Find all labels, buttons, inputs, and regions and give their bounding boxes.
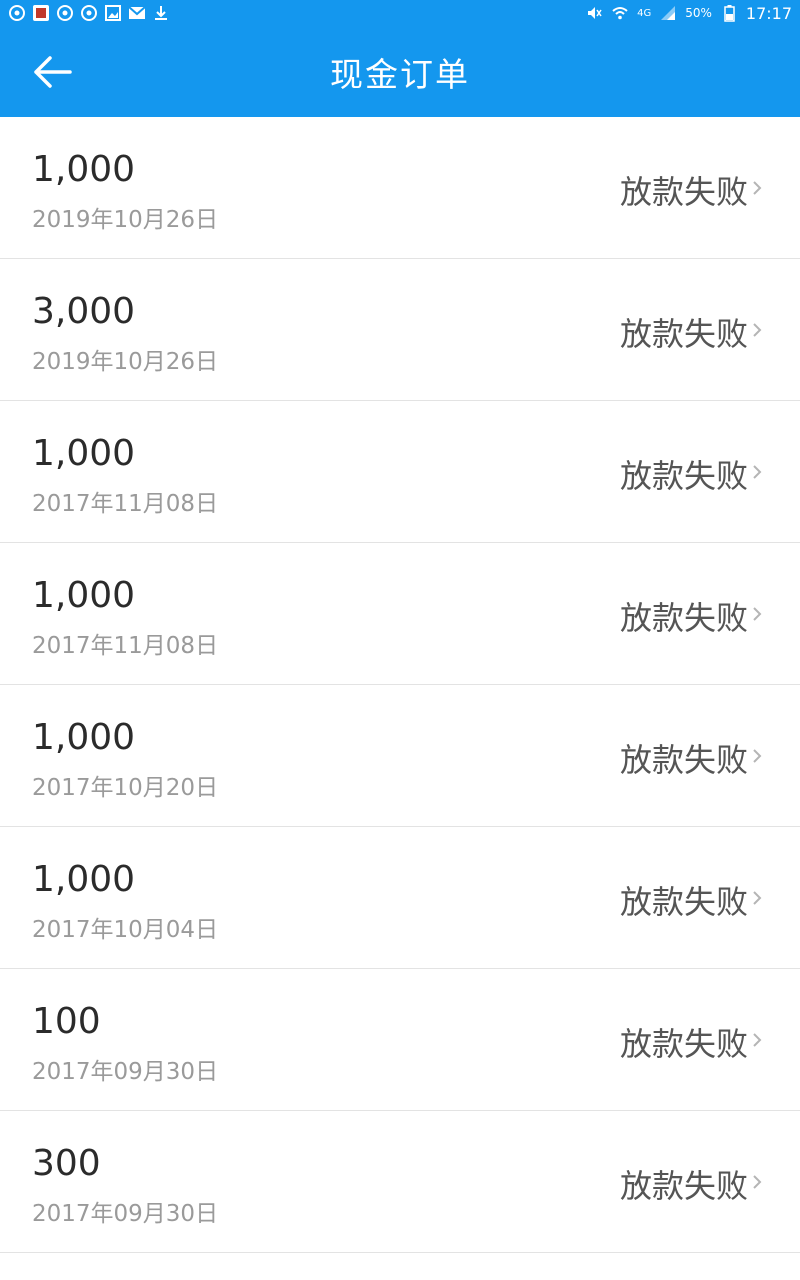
order-row[interactable]: 300 2017年09月30日 放款失败: [0, 1111, 800, 1253]
order-status: 放款失败: [619, 741, 748, 779]
order-row[interactable]: 1,000 2017年10月20日 放款失败: [0, 685, 800, 827]
battery-icon: [724, 5, 735, 22]
order-status: 放款失败: [619, 173, 748, 211]
order-date: 2019年10月26日: [32, 207, 219, 233]
chevron-right-icon: [753, 465, 762, 479]
order-list: 1,000 2019年10月26日 放款失败 3,000 2019年10月26日…: [0, 117, 800, 1253]
chevron-right-icon: [753, 181, 762, 195]
order-amount: 1,000: [32, 859, 136, 900]
order-date: 2017年11月08日: [32, 491, 219, 517]
order-row[interactable]: 100 2017年09月30日 放款失败: [0, 969, 800, 1111]
notification-icons: [8, 4, 170, 22]
network-type: 4G: [637, 7, 652, 19]
order-amount: 3,000: [32, 291, 136, 332]
chat-icon: [57, 5, 73, 21]
chevron-right-icon: [753, 891, 762, 905]
chevron-right-icon: [753, 1033, 762, 1047]
order-row[interactable]: 1,000 2017年11月08日 放款失败: [0, 401, 800, 543]
chat-icon: [9, 5, 25, 21]
order-status: 放款失败: [619, 883, 748, 921]
arrow-left-icon: [34, 56, 72, 88]
order-amount: 100: [32, 1001, 101, 1042]
system-status: 4G 50% 17:17: [585, 4, 792, 23]
order-row[interactable]: 1,000 2019年10月26日 放款失败: [0, 117, 800, 259]
order-date: 2017年10月20日: [32, 775, 219, 801]
order-date: 2017年09月30日: [32, 1201, 219, 1227]
chevron-right-icon: [753, 1175, 762, 1189]
order-amount: 1,000: [32, 433, 136, 474]
order-date: 2017年10月04日: [32, 917, 219, 943]
battery-percentage: 50%: [685, 6, 712, 20]
order-status: 放款失败: [619, 599, 748, 637]
order-date: 2017年09月30日: [32, 1059, 219, 1085]
clock: 17:17: [745, 3, 792, 23]
wifi-icon: [612, 7, 628, 20]
back-button[interactable]: [22, 48, 82, 96]
order-status: 放款失败: [619, 457, 748, 495]
order-amount: 1,000: [32, 149, 136, 190]
app-bar: 现金订单: [0, 26, 800, 117]
order-amount: 1,000: [32, 575, 136, 616]
order-status: 放款失败: [619, 315, 748, 353]
order-row[interactable]: 1,000 2017年11月08日 放款失败: [0, 543, 800, 685]
chat-icon: [81, 5, 97, 21]
order-status: 放款失败: [619, 1167, 748, 1205]
order-amount: 1,000: [32, 717, 136, 758]
chevron-right-icon: [753, 749, 762, 763]
page-title: 现金订单: [330, 54, 470, 94]
download-icon: [155, 6, 167, 20]
order-amount: 300: [32, 1143, 101, 1184]
mute-icon: [588, 7, 602, 19]
app-notification-icon: [33, 5, 49, 21]
chevron-right-icon: [753, 607, 762, 621]
order-row[interactable]: 1,000 2017年10月04日 放款失败: [0, 827, 800, 969]
mail-icon: [128, 6, 146, 19]
order-date: 2017年11月08日: [32, 633, 219, 659]
signal-icon: [661, 6, 676, 20]
status-bar: 4G 50% 17:17: [0, 0, 800, 26]
order-row[interactable]: 3,000 2019年10月26日 放款失败: [0, 259, 800, 401]
order-status: 放款失败: [619, 1025, 748, 1063]
image-icon: [105, 5, 121, 21]
chevron-right-icon: [753, 323, 762, 337]
order-date: 2019年10月26日: [32, 349, 219, 375]
